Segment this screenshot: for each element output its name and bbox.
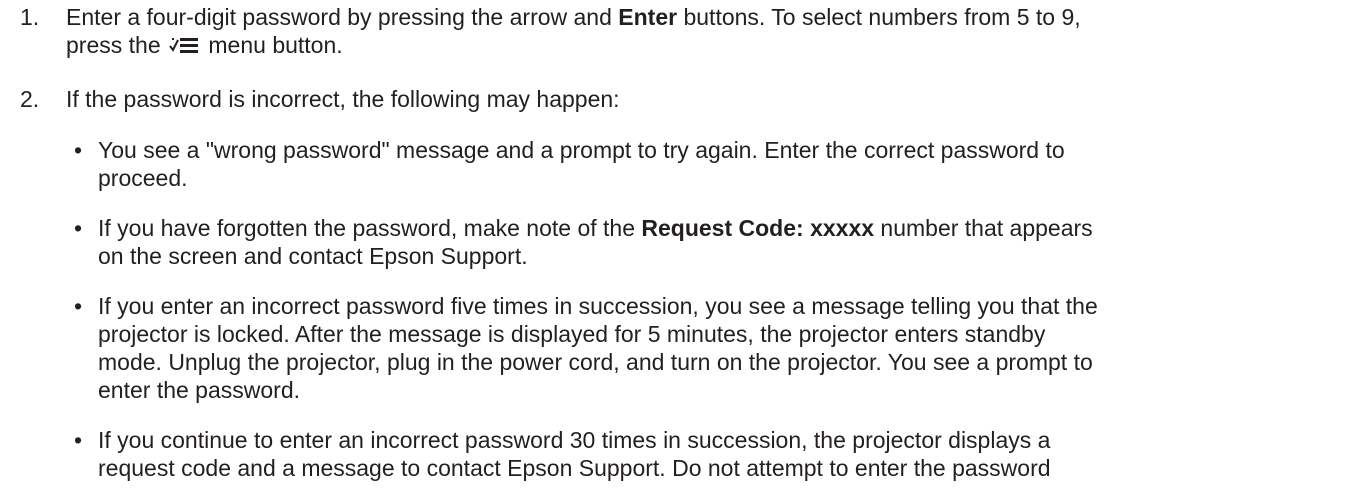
menu-icon xyxy=(169,33,199,61)
bullet-text: If you have forgotten the password, make… xyxy=(98,214,1356,270)
bullet-line: proceed. xyxy=(98,165,188,191)
step-text: If the password is incorrect, the follow… xyxy=(66,86,620,112)
text-run: buttons. To select numbers from 5 to 9, xyxy=(677,4,1081,30)
text-run: press the xyxy=(66,32,167,58)
step-text: Enter a four-digit password by pressing … xyxy=(66,3,1356,61)
bullet-text: You see a "wrong password" message and a… xyxy=(98,136,1356,192)
step-number: 1. xyxy=(20,4,40,30)
bullet-line: mode. Unplug the projector, plug in the … xyxy=(98,349,1093,375)
bullet-line: projector is locked. After the message i… xyxy=(98,321,1046,347)
bullet-line: If you have forgotten the password, make… xyxy=(98,214,1356,242)
bullet-marker: • xyxy=(74,427,83,453)
bullet-line: If you enter an incorrect password five … xyxy=(98,293,1098,319)
bullet-marker: • xyxy=(74,215,83,241)
bullet-line: on the screen and contact Epson Support. xyxy=(98,243,528,269)
bullet-text: If you enter an incorrect password five … xyxy=(98,292,1356,404)
bullet-line: You see a "wrong password" message and a… xyxy=(98,137,1065,163)
text-run: Enter a four-digit password by pressing … xyxy=(66,4,619,30)
document-page: 1. Enter a four-digit password by pressi… xyxy=(0,0,1363,494)
bullet-marker: • xyxy=(74,293,83,319)
bullet-line: enter the password. xyxy=(98,377,301,403)
bullet-line: request code and a message to contact Ep… xyxy=(98,455,1051,481)
step-line: Enter a four-digit password by pressing … xyxy=(66,3,1356,31)
step-number: 2. xyxy=(20,86,40,112)
bullet-line: If you continue to enter an incorrect pa… xyxy=(98,427,1051,453)
text-run: menu button. xyxy=(202,32,343,58)
text-run: number that appears xyxy=(874,215,1093,241)
bullet-marker: • xyxy=(74,137,83,163)
bold-term: Request Code: xxxxx xyxy=(641,215,875,241)
text-run: If you have forgotten the password, make… xyxy=(98,215,642,241)
bullet-text: If you continue to enter an incorrect pa… xyxy=(98,426,1356,482)
step-line: press the menu button. xyxy=(66,31,1356,61)
bold-term: Enter xyxy=(618,4,678,30)
